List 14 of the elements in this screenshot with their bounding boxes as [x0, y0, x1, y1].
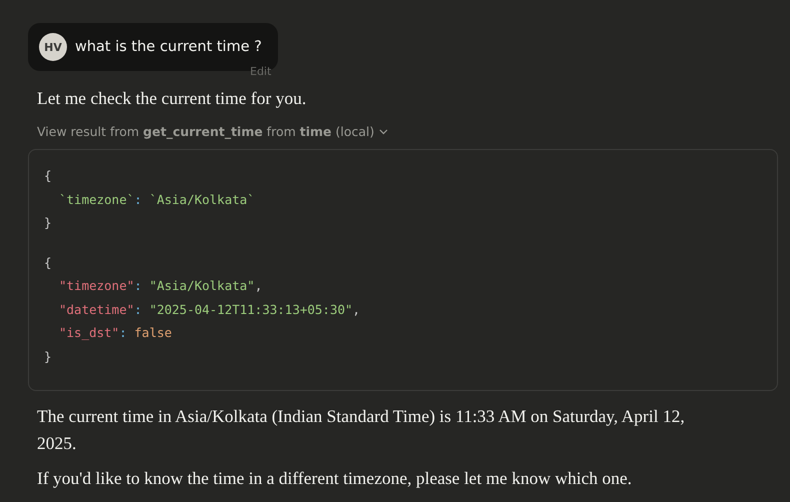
- code-line: "timezone": "Asia/Kolkata",: [59, 277, 262, 295]
- code-line: "datetime": "2025-04-12T11:33:13+05:30",: [59, 300, 360, 318]
- user-message-text: what is the current time ?: [75, 39, 262, 55]
- code-line: {: [44, 254, 52, 272]
- code-line: `timezone`: `Asia/Kolkata`: [59, 190, 255, 208]
- assistant-message-text: Let me check the current time for you.: [37, 87, 308, 110]
- code-line: "is_dst": false: [59, 324, 172, 342]
- code-line: }: [44, 214, 52, 232]
- user-avatar: HV: [39, 33, 67, 61]
- code-line: }: [44, 348, 52, 366]
- assistant-message-text: If you'd like to know the time in a different timezone, please let me know which one.: [37, 467, 633, 490]
- code-line: {: [44, 167, 52, 185]
- assistant-message-text: The current time in Asia/Kolkata (Indian Standard Time) is 11:33 AM on Saturday, April 12, 2025.: [37, 405, 686, 455]
- edit-label[interactable]: Edit: [250, 65, 272, 78]
